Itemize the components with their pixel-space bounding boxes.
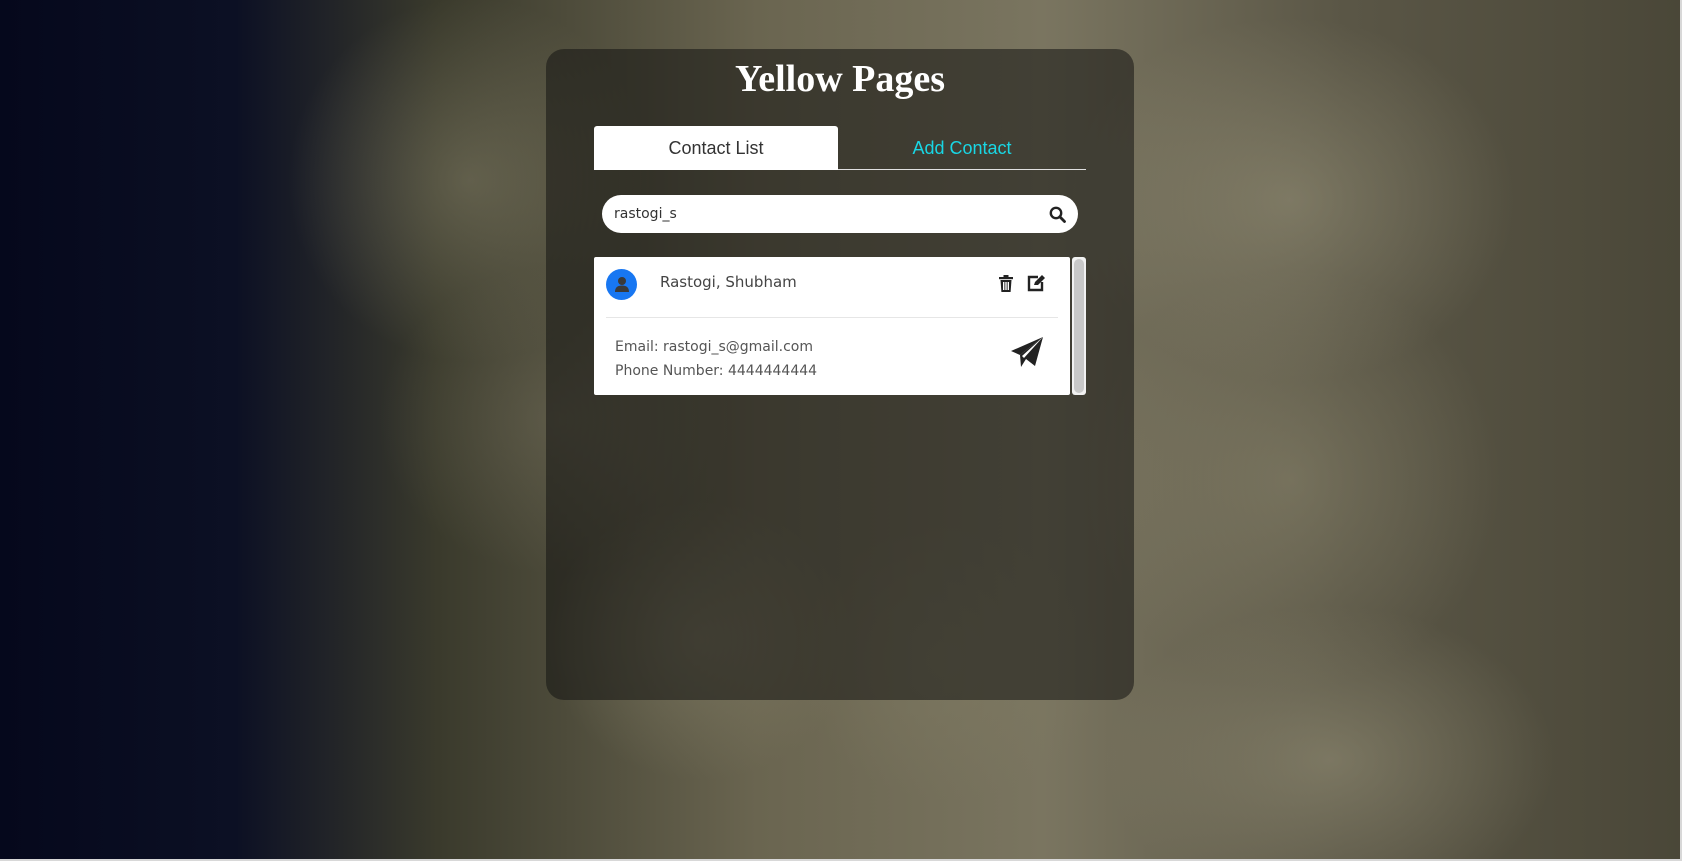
contact-actions [996,273,1046,295]
app-title: Yellow Pages [734,58,946,100]
search-input[interactable] [602,195,1032,233]
delete-contact-button[interactable] [996,273,1016,293]
card-divider [606,317,1058,318]
contact-name: Rastogi, Shubham [660,273,797,291]
yellow-pages-panel: Yellow Pages Contact List Add Contact Ra… [546,49,1134,700]
edit-icon [1027,274,1045,291]
send-message-button[interactable] [1008,334,1046,372]
contact-phone: Phone Number: 4444444444 [615,363,818,379]
search-button[interactable] [1036,195,1078,233]
search-icon [1049,206,1066,223]
contact-email: Email: rastogi_s@gmail.com [615,339,813,355]
contact-list: Rastogi, Shubham Email: rastogi_s@gmail.… [594,257,1086,395]
tab-contact-list[interactable]: Contact List [594,126,838,170]
trash-icon [999,274,1013,292]
avatar [606,269,637,300]
search-bar [602,195,1078,233]
user-icon [614,277,629,292]
edit-contact-button[interactable] [1026,273,1046,293]
paper-plane-icon [1011,337,1043,367]
list-scrollbar-thumb[interactable] [1074,259,1084,393]
contact-card: Rastogi, Shubham Email: rastogi_s@gmail.… [594,257,1070,395]
tab-bar: Contact List Add Contact [594,126,1086,170]
tab-add-contact[interactable]: Add Contact [838,126,1086,170]
